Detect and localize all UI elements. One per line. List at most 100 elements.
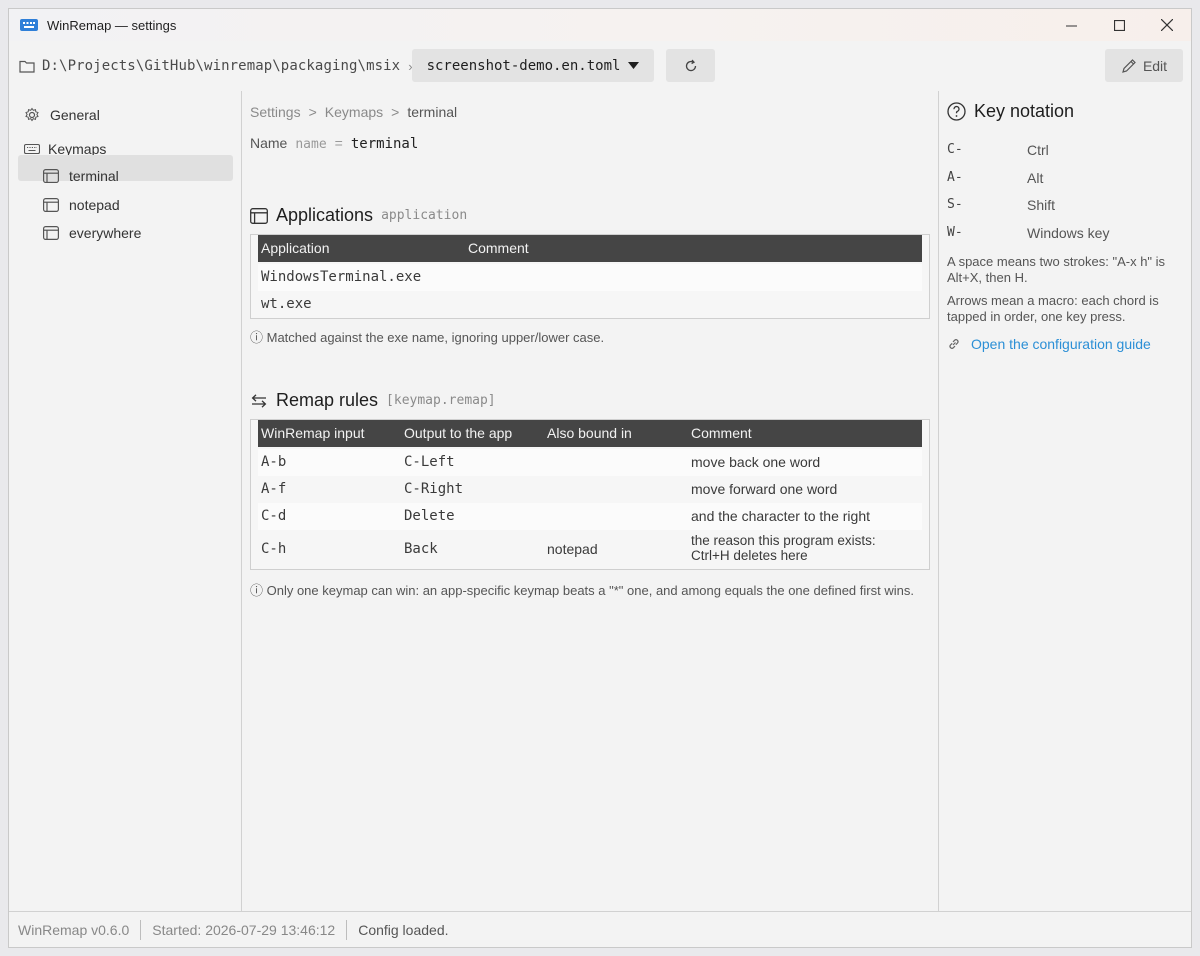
status-separator — [140, 919, 142, 940]
notation-value: Shift — [1027, 197, 1056, 213]
notation-key: W- — [947, 225, 963, 240]
comment-cell: and the character to the right — [691, 508, 870, 524]
comment-cell: move back one word — [691, 454, 821, 470]
sidebar-item-label: everywhere — [69, 225, 142, 241]
key-notation-panel: Key notation C- Ctrl A- Alt S- Shift W- … — [939, 91, 1191, 911]
reload-icon — [685, 59, 696, 71]
edit-button[interactable]: Edit — [1105, 49, 1183, 82]
column-header: Application — [261, 240, 330, 256]
minimize-button[interactable] — [1047, 9, 1095, 41]
input-cell: A-f — [261, 481, 287, 497]
applications-heading: Applications application — [250, 205, 467, 226]
minimize-icon — [1065, 25, 1077, 26]
sidebar: General Keymaps terminal notepad everywh… — [9, 91, 241, 911]
output-cell: C-Left — [404, 454, 455, 470]
column-header: Also bound in — [547, 425, 632, 441]
close-icon — [1161, 19, 1173, 31]
swap-arrows-icon — [251, 393, 267, 408]
breadcrumb-separator: > — [308, 104, 317, 120]
key-notation-heading: Key notation — [947, 101, 1074, 122]
input-cell: A-b — [261, 454, 287, 470]
status-message: Config loaded. — [358, 921, 449, 938]
remap-rules-title: Remap rules — [276, 390, 379, 410]
maximize-button[interactable] — [1095, 9, 1143, 41]
toolbar: D:\Projects\GitHub\winremap\packaging\ms… — [9, 41, 1191, 91]
table-row[interactable]: A-b C-Left move back one word — [258, 449, 922, 476]
notation-value: Ctrl — [1027, 142, 1049, 158]
breadcrumb-keymaps[interactable]: Keymaps — [325, 104, 383, 120]
dropdown-arrow-icon — [628, 61, 640, 69]
reload-button[interactable] — [666, 49, 715, 82]
configuration-guide-label: Open the configuration guide — [971, 336, 1151, 352]
version-text: WinRemap v0.6.0 — [18, 921, 130, 938]
applications-title: Applications — [276, 205, 374, 225]
column-header: WinRemap input — [261, 425, 365, 441]
title-bar: WinRemap — settings — [9, 9, 1191, 41]
also-bound-cell: notepad — [547, 541, 598, 557]
applications-table: Application Comment WindowsTerminal.exe … — [250, 234, 930, 319]
config-file-name: screenshot-demo.en.toml — [426, 57, 621, 74]
notation-key: A- — [947, 170, 963, 185]
sidebar-item-label: terminal — [69, 168, 119, 184]
applications-key: application — [381, 208, 468, 223]
keymap-name-line: Name name = terminal — [250, 135, 418, 152]
pencil-icon — [1122, 58, 1136, 73]
two-strokes-note: A space means two strokes: "A-x h" is Al… — [947, 254, 1166, 285]
remap-rules-heading: Remap rules [keymap.remap] — [250, 390, 496, 411]
sidebar-item-label: General — [50, 107, 100, 123]
window-icon — [43, 169, 59, 183]
status-bar: WinRemap v0.6.0 Started: 2026-07-29 13:4… — [9, 911, 1191, 947]
output-cell: Delete — [404, 508, 455, 524]
configuration-guide-link[interactable]: Open the configuration guide — [947, 336, 1151, 352]
link-icon — [949, 339, 959, 349]
comment-cell: move forward one word — [691, 481, 838, 497]
table-row[interactable]: C-d Delete and the character to the righ… — [258, 503, 922, 530]
sidebar-item-terminal[interactable]: terminal — [43, 168, 119, 184]
table-row[interactable]: WindowsTerminal.exe — [258, 264, 922, 291]
sidebar-item-general[interactable]: General — [24, 107, 100, 123]
remap-rules-key: [keymap.remap] — [386, 393, 496, 408]
table-row[interactable]: wt.exe — [258, 291, 922, 318]
window-title: WinRemap — settings — [47, 17, 177, 33]
column-header: Comment — [468, 240, 529, 256]
sidebar-item-notepad[interactable]: notepad — [43, 197, 120, 213]
table-header: Application Comment — [258, 235, 922, 262]
table-row[interactable]: C-h Back notepad the reason this program… — [258, 530, 922, 568]
window-controls — [1047, 9, 1191, 41]
window-icon — [250, 207, 268, 224]
sidebar-item-label: notepad — [69, 197, 120, 213]
window-icon — [43, 226, 59, 240]
config-file-dropdown[interactable]: screenshot-demo.en.toml — [412, 49, 654, 82]
notation-value: Windows key — [1027, 225, 1110, 241]
breadcrumb-separator: > — [391, 104, 400, 120]
close-button[interactable] — [1143, 9, 1191, 41]
app-window: WinRemap — settings D:\Projects\GitHub\w… — [8, 8, 1192, 948]
notation-key: S- — [947, 197, 963, 212]
application-cell: WindowsTerminal.exe — [261, 269, 422, 285]
output-cell: C-Right — [404, 481, 464, 497]
name-label: Name — [250, 135, 288, 151]
folder-icon — [19, 60, 35, 73]
breadcrumb-settings[interactable]: Settings — [250, 104, 301, 120]
name-value: terminal — [350, 136, 419, 152]
sidebar-item-everywhere[interactable]: everywhere — [43, 225, 141, 241]
breadcrumb: Settings > Keymaps > terminal — [250, 104, 457, 120]
breadcrumb-current: terminal — [407, 104, 458, 120]
remap-rules-note: ⓘ Only one keymap can win: an app-specif… — [250, 583, 914, 598]
keyboard-app-icon — [20, 19, 38, 31]
output-cell: Back — [404, 541, 438, 557]
comment-cell: the reason this program exists: Ctrl+H d… — [691, 533, 876, 563]
table-header: WinRemap input Output to the app Also bo… — [258, 420, 922, 447]
macro-note: Arrows mean a macro: each chord is tappe… — [947, 293, 1159, 324]
input-cell: C-h — [261, 541, 287, 557]
help-circle-icon — [947, 102, 966, 121]
name-key: name — [295, 137, 327, 152]
table-row[interactable]: A-f C-Right move forward one word — [258, 476, 922, 503]
key-notation-title: Key notation — [974, 101, 1075, 121]
status-separator — [346, 919, 348, 940]
applications-note: ⓘ Matched against the exe name, ignoring… — [250, 330, 605, 345]
started-timestamp: Started: 2026-07-29 13:46:12 — [152, 921, 336, 938]
input-cell: C-d — [261, 508, 287, 524]
remap-rules-table: WinRemap input Output to the app Also bo… — [250, 419, 930, 570]
window-icon — [43, 198, 59, 212]
